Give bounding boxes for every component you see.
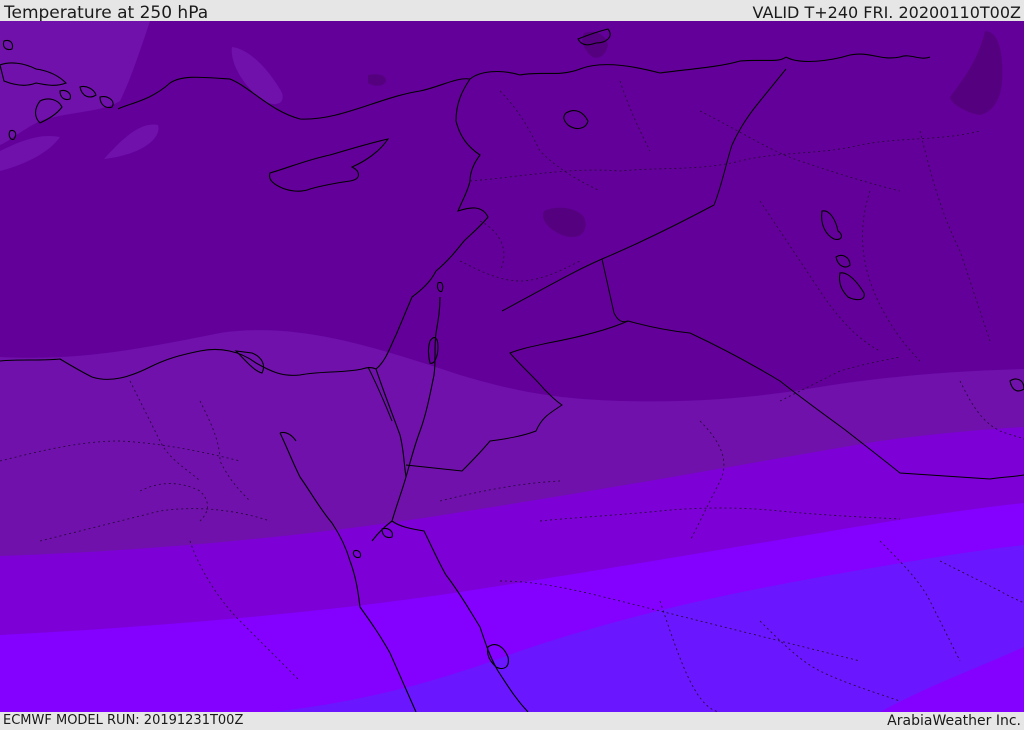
temperature-map <box>0 21 1024 712</box>
map-title: Temperature at 250 hPa <box>4 3 209 23</box>
valid-time: VALID T+240 FRI. 20200110T00Z <box>752 3 1021 22</box>
credit: ArabiaWeather Inc. <box>887 713 1021 729</box>
model-run: ECMWF MODEL RUN: 20191231T00Z <box>3 713 244 728</box>
map-footer: ECMWF MODEL RUN: 20191231T00Z ArabiaWeat… <box>0 712 1024 729</box>
map-header: Temperature at 250 hPa VALID T+240 FRI. … <box>0 0 1024 23</box>
